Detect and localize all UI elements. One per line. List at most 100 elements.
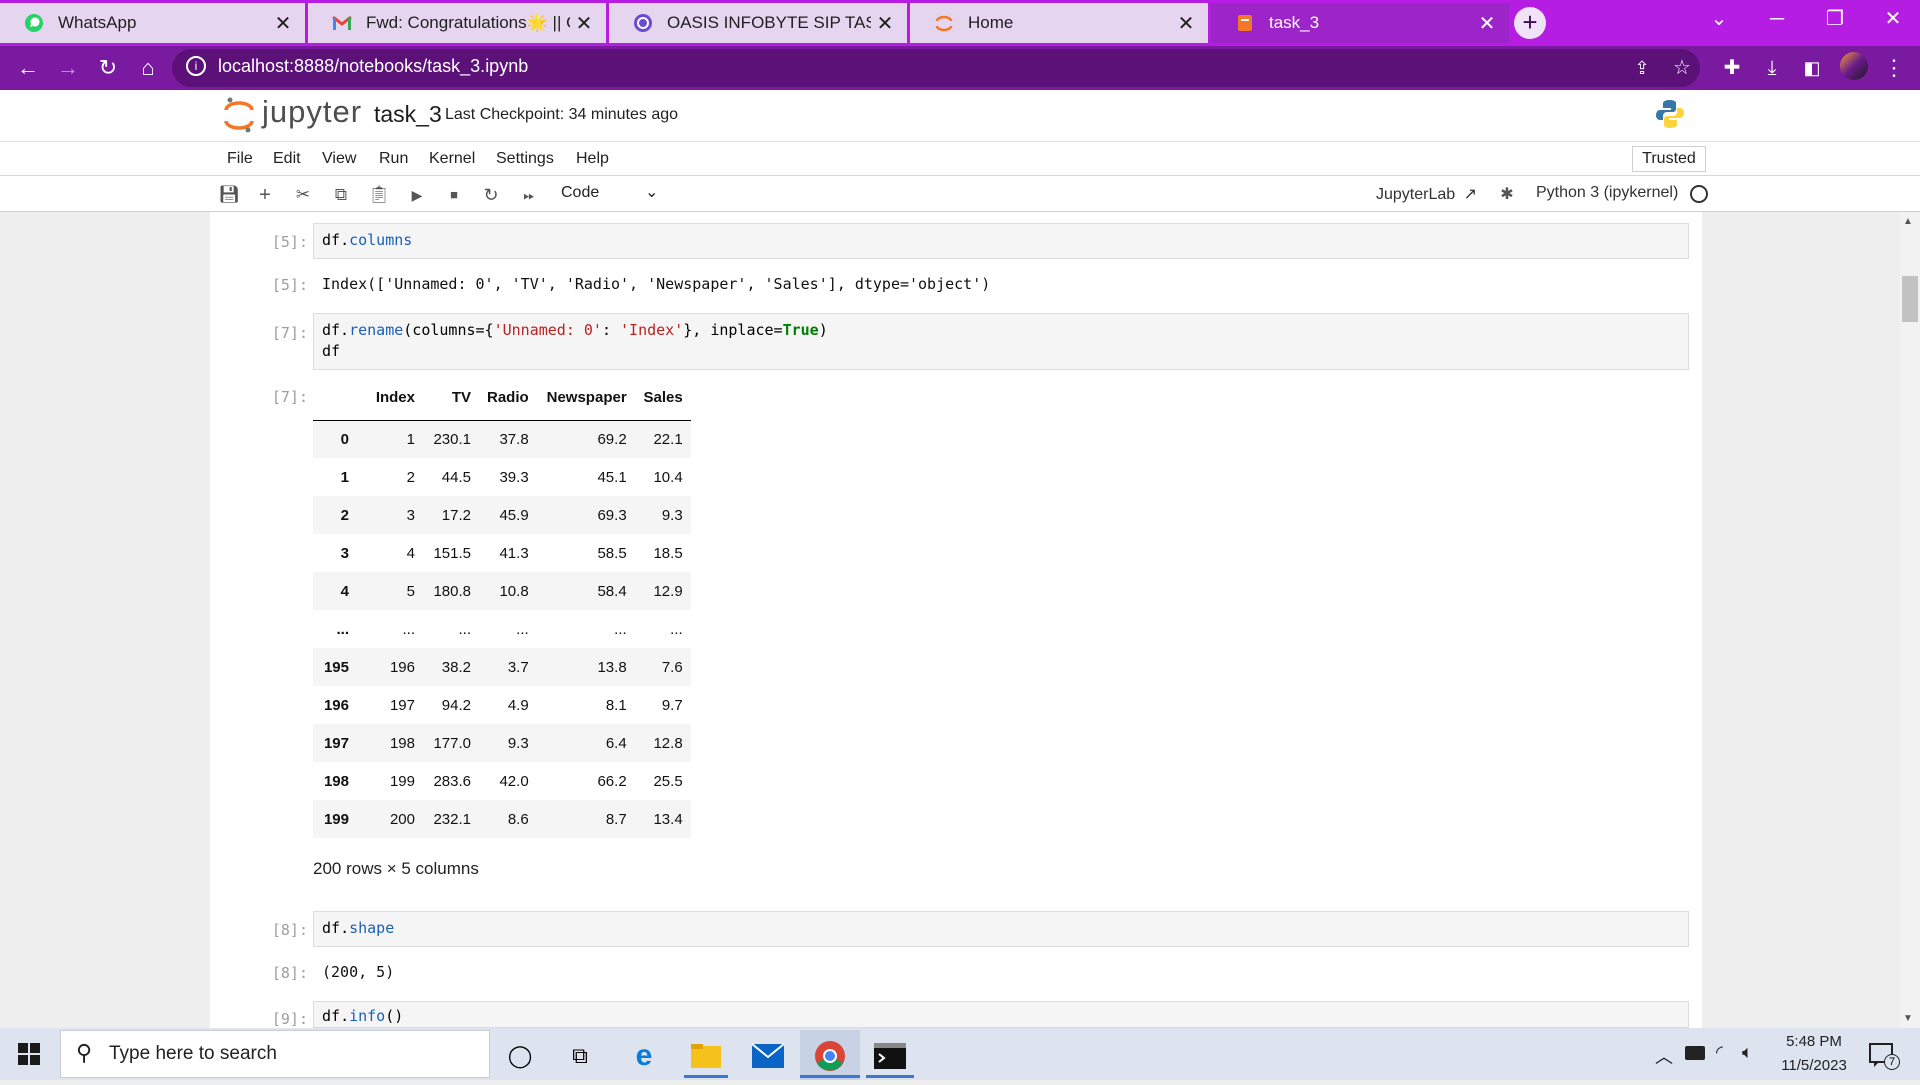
table-header-cell [313,376,359,421]
row-index-cell: 4 [340,582,349,600]
stop-icon[interactable]: ■ [443,184,465,206]
menu-file[interactable]: File [227,150,253,168]
new-tab-button[interactable]: + [1514,7,1546,39]
table-cell: 45.9 [499,506,529,524]
download-icon[interactable]: ⤓ [1758,54,1786,82]
running-indicator [800,1075,860,1078]
volume-icon[interactable]: 🔈︎ [1742,1042,1753,1063]
code-cell-input[interactable]: df.rename(columns={'Unnamed: 0': 'Index'… [313,313,1689,370]
home-icon[interactable]: ⌂ [134,54,162,82]
avatar[interactable] [1840,52,1868,80]
row-index-cell: 1 [340,468,349,486]
notebook-title[interactable]: task_3 [374,101,442,128]
cut-icon[interactable]: ✂ [292,184,314,206]
menu-run[interactable]: Run [379,150,408,168]
table-header-cell: Radio [479,376,537,421]
menu-kebab-icon[interactable]: ⋮ [1880,54,1908,82]
tab-title: OASIS INFOBYTE SIP TASK LIST [667,13,871,32]
menu-help[interactable]: Help [576,150,609,168]
output-prompt: [8]: [271,964,308,982]
code-cell-input[interactable]: df.columns [313,223,1689,259]
tab-search-icon[interactable]: ⌄ [1690,0,1748,40]
table-cell: 4 [406,544,415,562]
jupyter-logo-icon[interactable] [224,96,254,134]
file-explorer-icon[interactable] [686,1036,726,1076]
code-line: df [322,342,341,360]
close-icon[interactable]: ✕ [269,11,297,36]
notification-center-icon[interactable]: 7 [1868,1040,1900,1070]
clock-time[interactable]: 5:48 PM [1774,1033,1854,1050]
scroll-up-icon[interactable]: ▲ [1903,216,1913,227]
windows-start-icon[interactable] [18,1043,40,1065]
table-cell: 58.5 [597,544,627,562]
edge-icon[interactable]: e [624,1036,664,1076]
site-info-icon[interactable]: i [186,56,206,76]
cell-type-value: Code [561,184,600,201]
trusted-indicator[interactable]: Trusted [1632,146,1706,172]
tab-whatsapp[interactable]: WhatsApp ✕ [0,3,305,43]
tab-oasis[interactable]: OASIS INFOBYTE SIP TASK LIST ✕ [609,3,907,43]
table-cell: 10.4 [653,468,683,486]
scrollbar-thumb[interactable] [1902,276,1918,322]
browser-tab-strip: WhatsApp ✕ Fwd: Congratulations🌟 || Offe… [0,0,1920,46]
mail-icon[interactable] [748,1036,788,1076]
minimize-icon[interactable]: ─ [1748,0,1806,40]
side-panel-icon[interactable]: ◧ [1798,54,1826,82]
copy-icon[interactable]: ⧉ [330,184,352,206]
close-icon[interactable]: ✕ [1473,11,1501,36]
table-cell: 9.3 [507,734,529,752]
close-icon[interactable]: ✕ [871,11,899,36]
bookmark-star-icon[interactable]: ☆ [1668,54,1696,82]
code-cell-input[interactable]: df.shape [313,911,1689,947]
task-view-icon[interactable]: ⧉ [560,1036,600,1076]
tab-home[interactable]: Home ✕ [910,3,1208,43]
table-cell: 9.7 [661,696,683,714]
debugger-bug-icon[interactable]: ✱ [1496,184,1518,206]
scroll-down-icon[interactable]: ▼ [1903,1013,1913,1024]
menu-view[interactable]: View [322,150,356,168]
table-cell: 4.9 [507,696,529,714]
cell-type-select[interactable]: Code ⌄ [561,184,661,202]
dataframe-table: Index TV Radio Newspaper Sales 0 1 230.1 37… [313,376,691,838]
menu-edit[interactable]: Edit [273,150,301,168]
paste-icon[interactable]: 📋︎ [368,184,390,206]
run-icon[interactable]: ▶ [406,184,428,206]
row-index-cell: 3 [340,544,349,562]
show-hidden-icons-icon[interactable]: ︿ [1655,1043,1673,1069]
close-window-icon[interactable]: ✕ [1864,0,1920,40]
code-cell-input[interactable]: df.info() [313,1001,1689,1028]
search-placeholder[interactable]: Type here to search [109,1043,277,1065]
cell-output-text: Index(['Unnamed: 0', 'TV', 'Radio', 'New… [322,275,991,293]
restart-run-all-icon[interactable]: ⏩︎ [518,184,540,206]
table-cell: 44.5 [441,468,471,486]
tab-task3[interactable]: task_3 ✕ [1211,3,1509,43]
menu-kernel[interactable]: Kernel [429,150,475,168]
table-cell: 17.2 [441,506,471,524]
save-icon[interactable]: 💾︎ [218,184,240,206]
url-text[interactable]: localhost:8888/notebooks/task_3.ipynb [218,56,528,77]
add-cell-icon[interactable]: + [254,184,276,206]
extensions-icon[interactable]: ✚ [1718,54,1746,82]
reload-icon[interactable]: ↻ [94,54,122,82]
terminal-icon[interactable] [870,1036,910,1076]
restart-icon[interactable]: ↻ [480,184,502,206]
scrollbar[interactable] [1900,212,1920,1028]
jupyterlab-link[interactable]: JupyterLab ↗ [1376,184,1477,204]
kernel-name[interactable]: Python 3 (ipykernel) [1536,184,1678,202]
close-icon[interactable]: ✕ [1172,11,1200,36]
clock-date[interactable]: 11/5/2023 [1774,1057,1854,1074]
table-row: 198 199 283.6 42.0 66.2 25.5 [313,762,691,800]
cortana-icon[interactable]: ◯ [500,1036,540,1076]
menu-settings[interactable]: Settings [496,150,554,168]
restore-icon[interactable]: ❐ [1806,0,1864,40]
table-cell: 8.1 [605,696,627,714]
back-icon[interactable]: ← [14,54,42,82]
forward-icon[interactable]: → [54,54,82,82]
battery-icon[interactable] [1685,1046,1705,1060]
share-icon[interactable]: ⇪ [1628,54,1656,82]
tab-gmail[interactable]: Fwd: Congratulations🌟 || Offer ✕ [308,3,606,43]
chrome-icon[interactable] [810,1036,850,1076]
input-prompt: [9]: [271,1010,308,1028]
close-icon[interactable]: ✕ [570,11,598,36]
wifi-icon[interactable]: ◜ [1716,1042,1723,1063]
